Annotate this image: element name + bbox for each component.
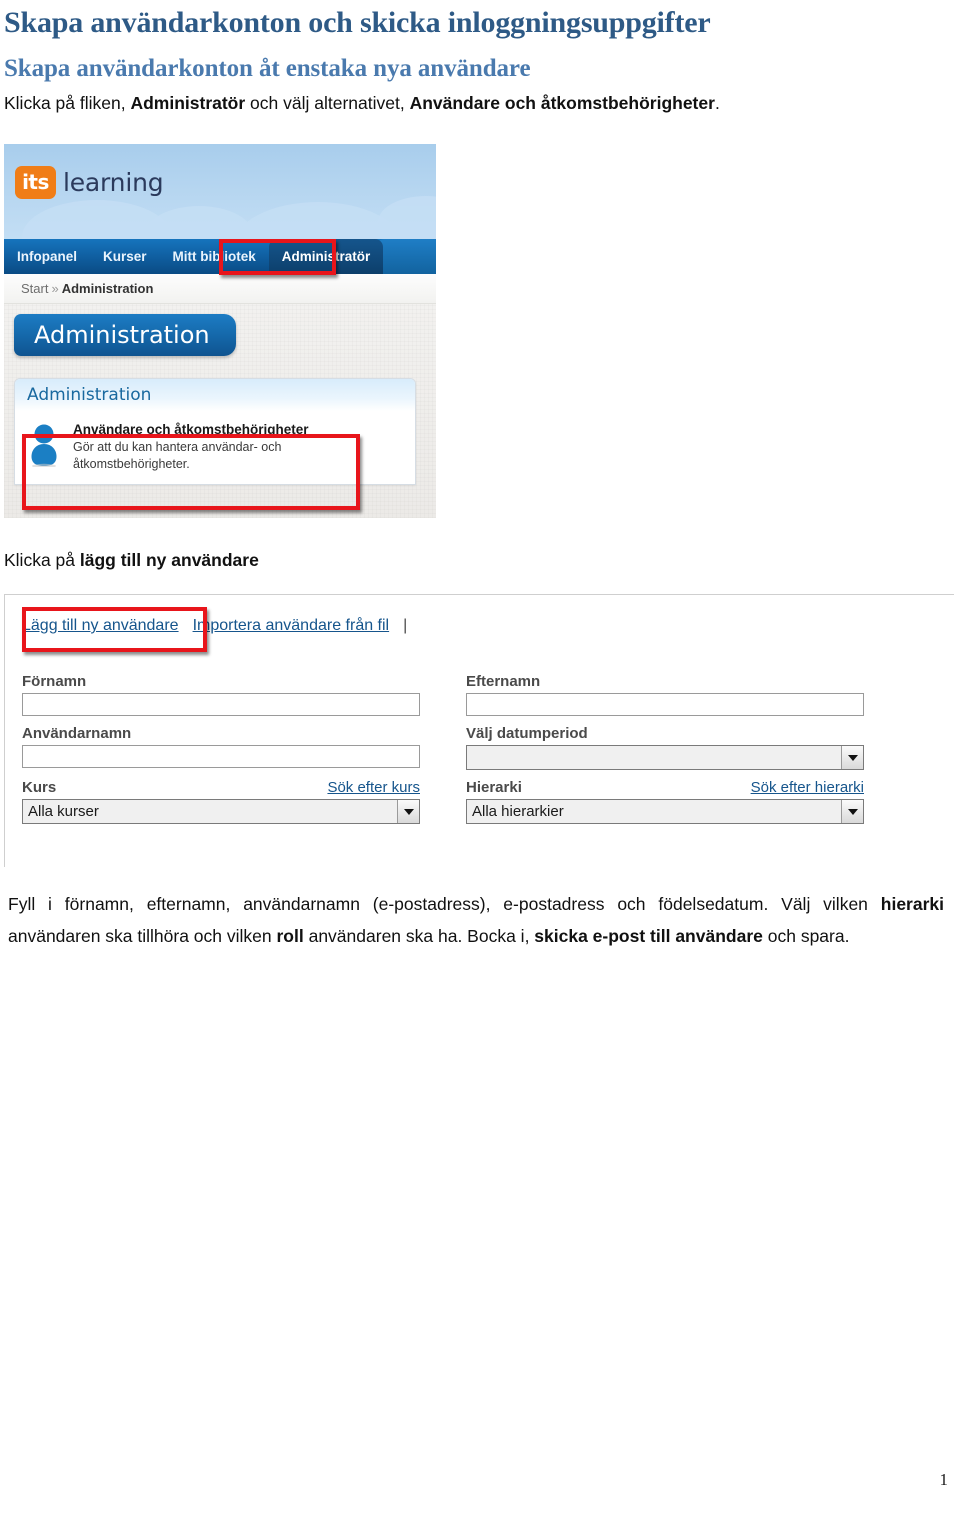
site-header-banner: its learning [4,144,436,239]
logo-mark-icon: its [15,166,56,199]
panel-item-text: Användare och åtkomstbehörigheter Gör at… [73,421,403,472]
step2-caption-text: Klicka på [4,550,80,570]
field-hierarchy-label-row: Hierarki Sök efter hierarki [466,779,864,799]
form-tab-links: Lägg till ny användare Importera använda… [22,617,407,635]
intro-bold-administrator: Administratör [130,93,246,113]
field-course: Kurs Sök efter kurs Alla kurser [22,779,420,833]
link-search-course[interactable]: Sök efter kurs [327,779,420,796]
nav-item-infopanel[interactable]: Infopanel [4,239,90,274]
intro-instruction: Klicka på fliken, Administratör och välj… [0,83,960,115]
grid-gap [420,725,466,779]
breadcrumb-root-link[interactable]: Start [21,281,48,296]
field-last-name-label-row: Efternamn [466,673,864,693]
nav-item-mitt-bibliotek[interactable]: Mitt bibliotek [160,239,269,274]
page-title-tab: Administration [14,314,236,356]
chevron-down-icon [841,746,863,769]
screenshot-add-user-form: Lägg till ny användare Importera använda… [4,594,954,867]
section-subtitle: Skapa användarkonton åt enstaka nya anvä… [4,55,531,82]
panel-item-title: Användare och åtkomstbehörigheter [73,422,309,437]
closing-text-4: och spara. [762,926,850,946]
link-search-hierarchy[interactable]: Sök efter hierarki [751,779,864,796]
breadcrumb-current: Administration [61,281,154,296]
closing-text-1: Fyll i förnamn, efternamn, användarnamn … [8,894,881,914]
step2-caption-bold: lägg till ny användare [79,550,259,570]
course-select-value: Alla kurser [28,803,99,820]
nav-item-administrator[interactable]: Administratör [268,239,384,274]
administration-content-area: Administration Administration Användare … [4,304,436,518]
screenshot-administration-page: its learning Infopanel Kurser Mitt bibli… [4,144,436,518]
link-add-new-user[interactable]: Lägg till ny användare [22,617,179,635]
administration-panel: Administration Användare och åtkomstbehö… [14,378,416,485]
field-course-label-row: Kurs Sök efter kurs [22,779,420,799]
chevron-down-icon [397,800,419,823]
breadcrumb: Start» Administration [4,274,436,304]
field-course-label: Kurs [22,779,57,796]
step2-caption: Klicka på lägg till ny användare [0,548,960,572]
closing-bold-send-email: skicka e-post till användare [534,926,763,946]
chevron-down-icon [841,800,863,823]
date-period-select[interactable] [466,745,864,770]
breadcrumb-separator-icon: » [51,281,59,296]
page-title: Skapa användarkonton och skicka inloggni… [4,6,711,39]
field-first-name: Förnamn [22,673,420,725]
field-hierarchy: Hierarki Sök efter hierarki Alla hierark… [466,779,864,833]
document-page: Skapa användarkonton och skicka inloggni… [0,0,960,1515]
intro-bold-users-permissions: Användare och åtkomstbehörigheter [409,93,715,113]
first-name-input[interactable] [22,693,420,716]
closing-text-2: användaren ska tillhöra och vilken [8,926,277,946]
nav-item-kurser[interactable]: Kurser [90,239,160,274]
intro-text-3: . [714,93,720,113]
field-last-name: Efternamn [466,673,864,725]
field-date-period: Välj datumperiod [466,725,864,779]
page-number: 1 [939,1470,949,1489]
field-last-name-label: Efternamn [466,673,541,690]
main-navigation-bar: Infopanel Kurser Mitt bibliotek Administ… [4,239,436,274]
field-username: Användarnamn [22,725,420,779]
last-name-input[interactable] [466,693,864,716]
intro-text-2: och välj alternativet, [245,93,410,113]
user-form-grid: Förnamn Efternamn Användarnamn Välj datu… [22,673,922,833]
field-first-name-label-row: Förnamn [22,673,420,693]
panel-item-description-line-2: åtkomstbehörigheter. [73,457,190,471]
panel-item-users-permissions[interactable]: Användare och åtkomstbehörigheter Gör at… [15,411,415,484]
nav-item-list: Infopanel Kurser Mitt bibliotek Administ… [4,239,384,274]
panel-header: Administration [15,379,415,411]
user-person-icon [27,421,61,469]
grid-gap [420,673,466,725]
username-input[interactable] [22,745,420,768]
field-username-label-row: Användarnamn [22,725,420,745]
hierarchy-select[interactable]: Alla hierarkier [466,799,864,824]
field-date-period-label: Välj datumperiod [466,725,588,742]
date-period-select-value [467,746,841,769]
step2-caption-wrap: Klicka på lägg till ny användare [0,548,960,572]
intro-text-1: Klicka på fliken, [4,93,131,113]
link-import-users-from-file[interactable]: Importera användare från fil [193,617,390,635]
itslearning-logo: its learning [15,166,164,199]
closing-bold-hierarki: hierarki [880,894,944,914]
closing-bold-roll: roll [276,926,304,946]
course-select[interactable]: Alla kurser [22,799,420,824]
grid-gap [420,779,466,833]
hierarchy-select-value: Alla hierarkier [472,803,564,820]
field-username-label: Användarnamn [22,725,132,742]
tab-separator: | [403,617,408,634]
logo-wordmark: learning [63,168,164,197]
panel-item-description-line-1: Gör att du kan hantera användar- och [73,440,282,454]
field-first-name-label: Förnamn [22,673,87,690]
closing-paragraph-wrap: Fyll i förnamn, efternamn, användarnamn … [0,888,960,952]
cloud-decoration-icon [378,196,436,239]
closing-text-3: användaren ska ha. Bocka i, [303,926,535,946]
field-date-period-label-row: Välj datumperiod [466,725,864,745]
closing-paragraph: Fyll i förnamn, efternamn, användarnamn … [4,888,950,952]
cloud-decoration-icon [234,202,402,239]
field-hierarchy-label: Hierarki [466,779,522,796]
